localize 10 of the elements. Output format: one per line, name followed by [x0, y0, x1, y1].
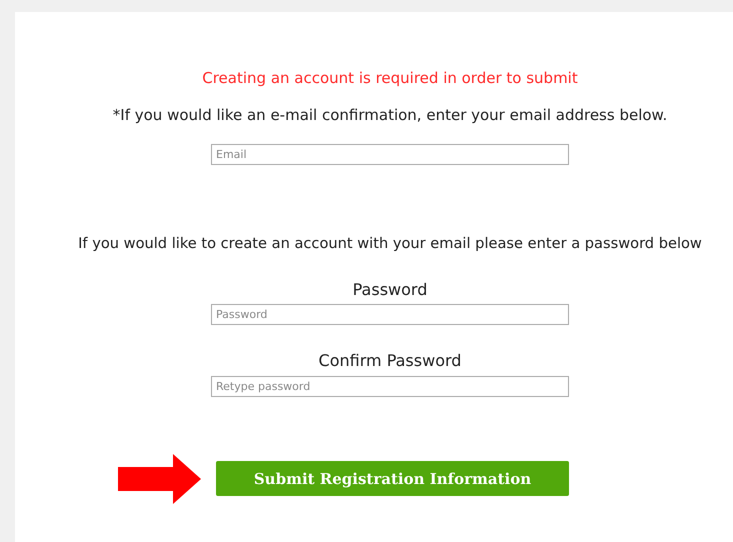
arrow-icon [118, 454, 201, 504]
instruction-text: If you would like to create an account with your email please enter a password below [78, 234, 702, 254]
notice-text: Creating an account is required in order to submit [202, 68, 578, 89]
email-field[interactable]: Email [211, 144, 569, 165]
confirm-password-field[interactable]: Retype password [211, 376, 569, 397]
instruction-text: *If you would like an e-mail confirmation, enter your email address below. [112, 104, 668, 126]
confirm-password-label: Confirm Password [318, 350, 462, 372]
submit-button[interactable]: Submit Registration Information [216, 461, 569, 496]
password-label: Password [352, 278, 428, 301]
password-field[interactable]: Password [211, 304, 569, 325]
